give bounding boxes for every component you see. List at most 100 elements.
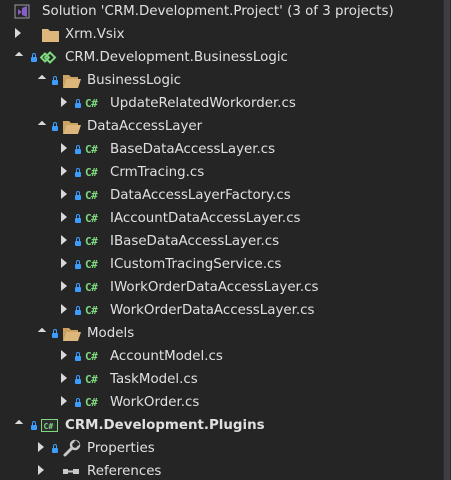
lock-icon [51,115,59,138]
expanded-arrow-icon[interactable] [35,115,47,138]
tree-item-label: IAccountDataAccessLayer.cs [110,211,301,226]
csharp-project-icon: C# [40,414,60,437]
lock-icon [51,69,59,92]
csharp-file-icon: C# [85,396,98,409]
file-node-csharp[interactable]: C# CrmTracing.cs [0,161,443,184]
lock-icon [74,138,82,161]
tree-item-label: IBaseDataAccessLayer.cs [110,234,280,249]
lock-icon [74,391,82,414]
references-icon [62,460,82,480]
csharp-file-icon: C# [85,281,98,294]
file-node-csharp[interactable]: C# UpdateRelatedWorkorder.cs [0,92,443,115]
references-node[interactable]: References [0,460,443,480]
file-node-csharp[interactable]: C# WorkOrderDataAccessLayer.cs [0,299,443,322]
tree-item-label: Xrm.Vsix [65,27,125,42]
tree-item-label: CRM.Development.BusinessLogic [65,50,288,65]
vertical-scrollbar[interactable] [443,0,451,480]
csharp-file-icon: C# [85,189,98,202]
csharp-file-icon: C# [85,373,98,386]
collapsed-arrow-icon[interactable] [58,184,70,207]
csharp-file-icon: C# [85,235,98,248]
wrench-icon [62,437,82,460]
expanded-arrow-icon[interactable] [35,69,47,92]
expanded-arrow-icon[interactable] [12,414,24,437]
folder-icon [41,23,61,46]
project-node-xrm-vsix[interactable]: Xrm.Vsix [0,23,443,46]
collapsed-arrow-icon[interactable] [58,345,70,368]
collapsed-arrow-icon[interactable] [58,299,70,322]
file-node-csharp[interactable]: C# TaskModel.cs [0,368,443,391]
lock-icon [74,161,82,184]
project-node-businesslogic[interactable]: CRM.Development.BusinessLogic [0,46,443,69]
file-node-csharp[interactable]: C# WorkOrder.cs [0,391,443,414]
collapsed-arrow-icon[interactable] [58,276,70,299]
solution-label: Solution 'CRM.Development.Project' (3 of… [42,4,394,19]
project-node-plugins[interactable]: C# CRM.Development.Plugins [0,414,443,437]
collapsed-arrow-icon[interactable] [58,391,70,414]
visual-studio-solution-icon [13,0,33,23]
tree-item-label: ICustomTracingService.cs [110,257,282,272]
csharp-file-icon: C# [85,350,98,363]
lock-icon [74,276,82,299]
svg-text:C#: C# [44,422,54,431]
collapsed-arrow-icon[interactable] [35,437,47,460]
collapsed-arrow-icon[interactable] [58,368,70,391]
lock-icon [74,184,82,207]
properties-node[interactable]: Properties [0,437,443,460]
collapsed-arrow-icon[interactable] [58,207,70,230]
shared-project-icon [39,46,60,69]
collapsed-arrow-icon[interactable] [12,23,24,46]
expanded-arrow-icon[interactable] [12,46,24,69]
csharp-file-icon: C# [85,97,98,110]
file-node-csharp[interactable]: C# ICustomTracingService.cs [0,253,443,276]
collapsed-arrow-icon[interactable] [58,230,70,253]
tree-item-label: DataAccessLayerFactory.cs [110,188,291,203]
folder-node-businesslogic[interactable]: BusinessLogic [0,69,443,92]
expanded-arrow-icon[interactable] [35,322,47,345]
tree-item-label: IWorkOrderDataAccessLayer.cs [110,280,319,295]
collapsed-arrow-icon[interactable] [58,161,70,184]
tree-item-label: TaskModel.cs [110,372,198,387]
lock-icon [74,230,82,253]
file-node-csharp[interactable]: C# IAccountDataAccessLayer.cs [0,207,443,230]
tree-item-label: UpdateRelatedWorkorder.cs [110,96,296,111]
collapsed-arrow-icon[interactable] [58,92,70,115]
scrollbar-thumb[interactable] [444,0,450,480]
lock-icon [74,368,82,391]
lock-icon [74,92,82,115]
csharp-file-icon: C# [85,304,98,317]
lock-icon [74,253,82,276]
file-node-csharp[interactable]: C# AccountModel.cs [0,345,443,368]
tree-item-label: CrmTracing.cs [110,165,205,180]
file-node-csharp[interactable]: C# IBaseDataAccessLayer.cs [0,230,443,253]
lock-icon [74,299,82,322]
collapsed-arrow-icon[interactable] [35,460,47,480]
tree-item-label: DataAccessLayer [87,119,203,134]
lock-icon [51,437,59,460]
solution-explorer-tree: Solution 'CRM.Development.Project' (3 of… [0,0,443,480]
tree-item-label: CRM.Development.Plugins [65,418,265,433]
tree-item-label: AccountModel.cs [110,349,223,364]
folder-node-dataaccesslayer[interactable]: DataAccessLayer [0,115,443,138]
tree-item-label: Models [87,326,135,341]
csharp-file-icon: C# [85,166,98,179]
open-folder-icon [62,322,82,345]
file-node-csharp[interactable]: C# DataAccessLayerFactory.cs [0,184,443,207]
tree-item-label: Properties [87,441,155,456]
csharp-file-icon: C# [85,143,98,156]
tree-item-label: WorkOrderDataAccessLayer.cs [110,303,315,318]
lock-icon [51,322,59,345]
tree-item-label: WorkOrder.cs [110,395,200,410]
csharp-file-icon: C# [85,212,98,225]
solution-node[interactable]: Solution 'CRM.Development.Project' (3 of… [0,0,443,23]
collapsed-arrow-icon[interactable] [58,253,70,276]
folder-node-models[interactable]: Models [0,322,443,345]
lock-icon [30,414,38,437]
open-folder-icon [62,115,82,138]
file-node-csharp[interactable]: C# IWorkOrderDataAccessLayer.cs [0,276,443,299]
tree-item-label: BaseDataAccessLayer.cs [110,142,276,157]
lock-icon [74,345,82,368]
collapsed-arrow-icon[interactable] [58,138,70,161]
tree-item-label: References [87,464,162,479]
file-node-csharp[interactable]: C# BaseDataAccessLayer.cs [0,138,443,161]
